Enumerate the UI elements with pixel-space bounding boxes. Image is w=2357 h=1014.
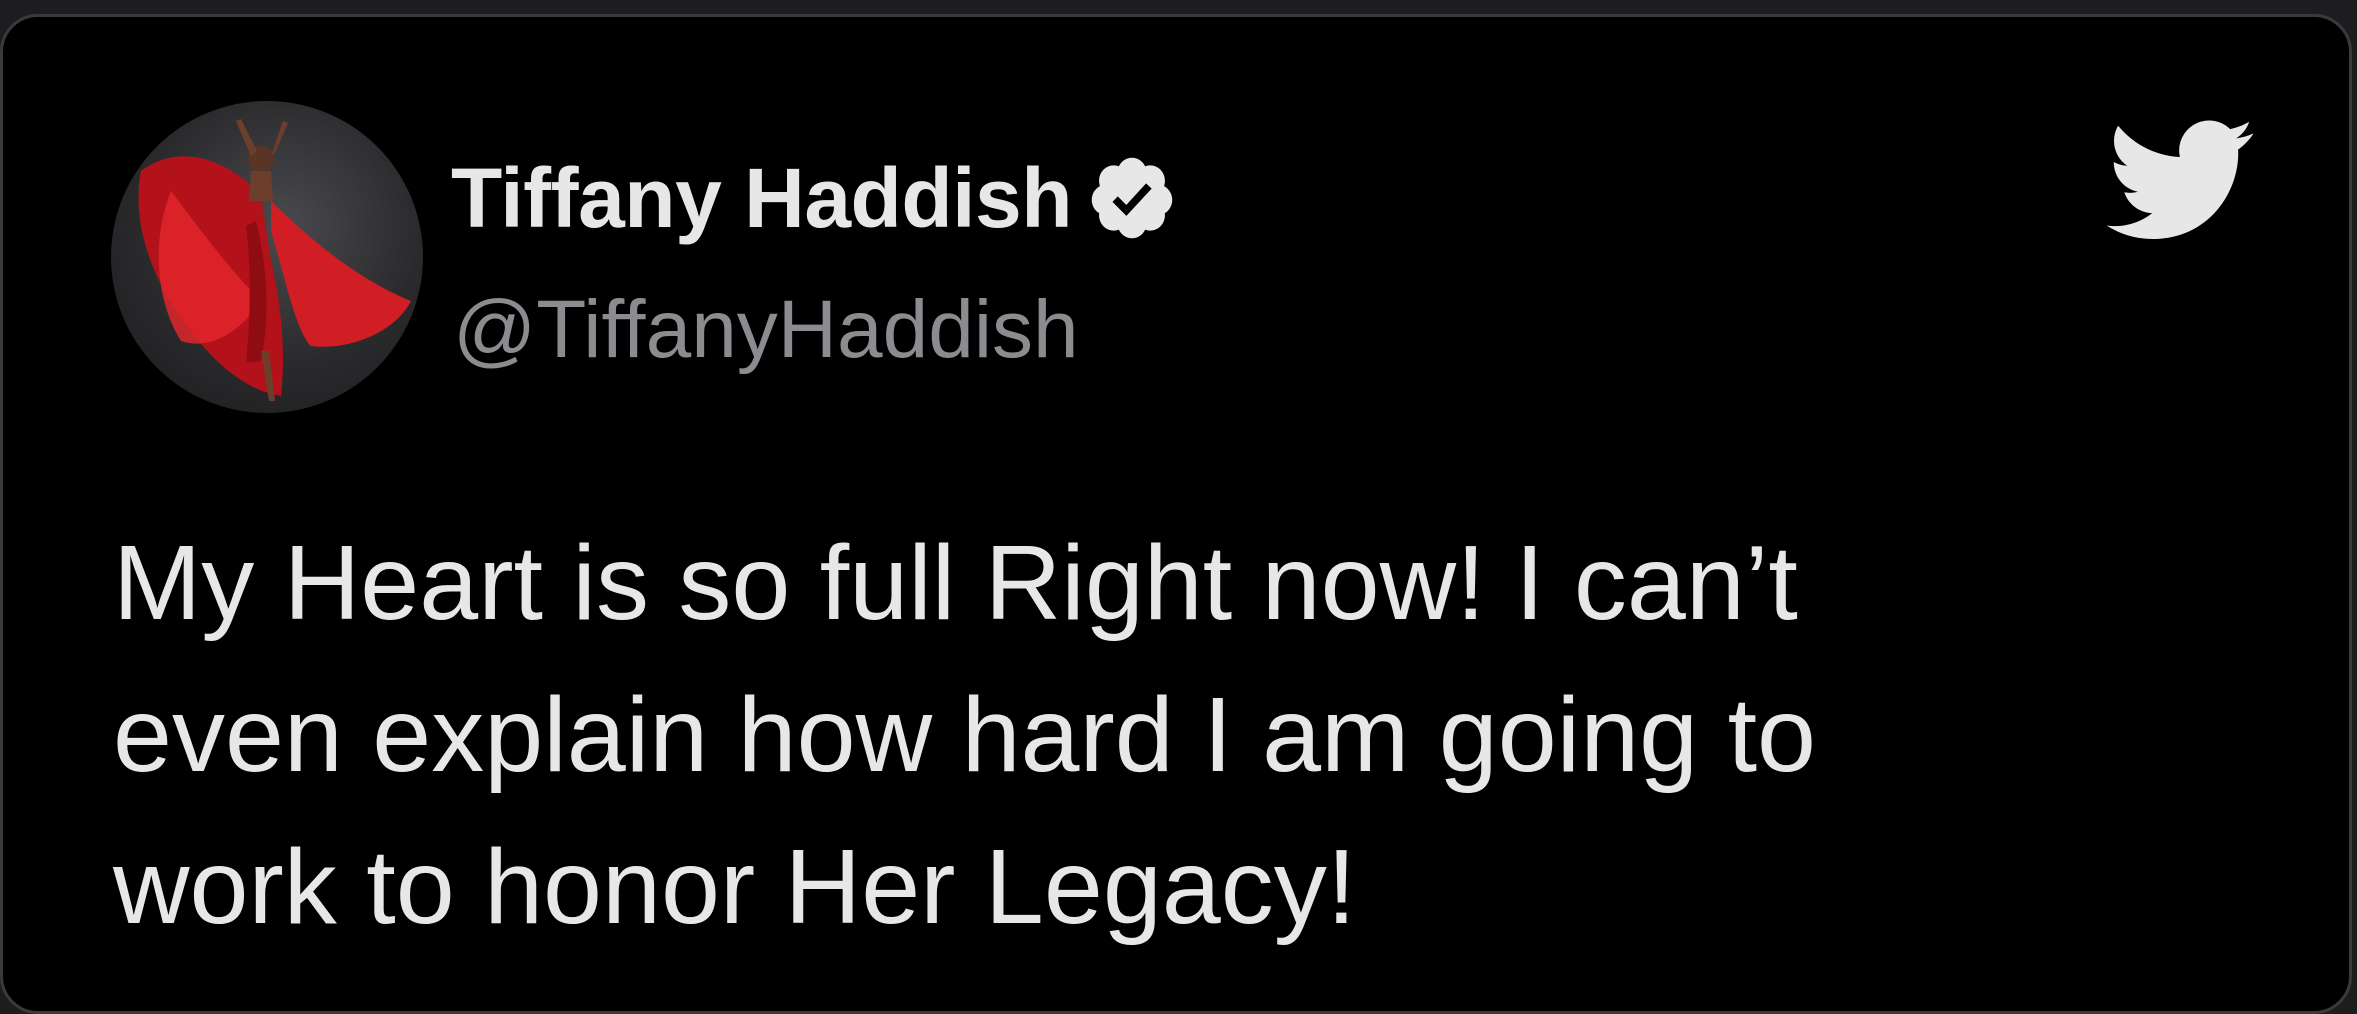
twitter-bird-icon[interactable] (2105, 119, 2257, 243)
tweet-text-line: work to honor Her Legacy! (113, 828, 1357, 946)
author-handle[interactable]: @TiffanyHaddish (453, 283, 1079, 377)
tweet-text: My Heart is so full Right now! I can’t e… (113, 507, 2293, 963)
author-name-row: Tiffany Haddish (451, 143, 1178, 253)
tweet-text-line: even explain how hard I am going to (113, 676, 1816, 794)
tweet-card: Tiffany Haddish @TiffanyHaddish My Heart… (0, 14, 2352, 1014)
avatar-image (138, 119, 411, 401)
avatar[interactable] (111, 101, 423, 413)
verified-badge-icon (1086, 152, 1178, 244)
author-display-name[interactable]: Tiffany Haddish (451, 150, 1073, 247)
tweet-text-line: My Heart is so full Right now! I can’t (113, 524, 1798, 642)
